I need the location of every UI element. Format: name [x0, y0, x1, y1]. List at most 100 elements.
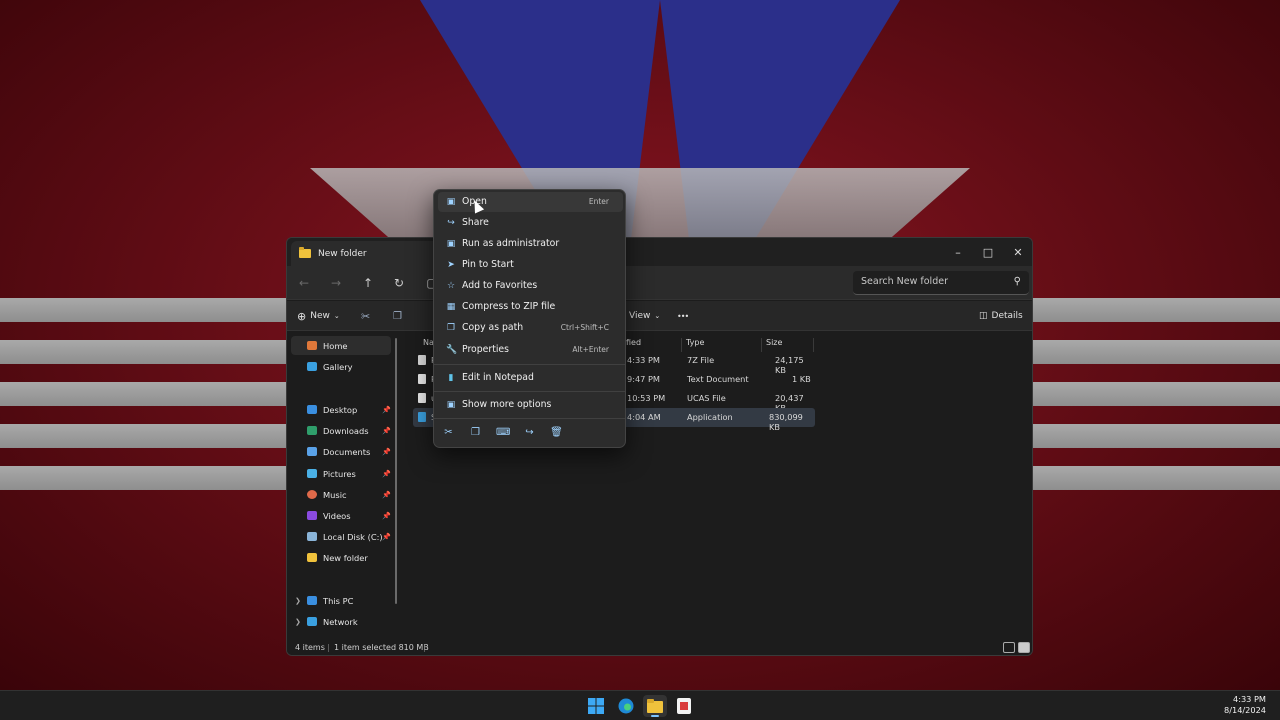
- close-button[interactable]: ✕: [1003, 238, 1032, 266]
- details-view-icon[interactable]: [1003, 642, 1015, 653]
- cut-icon[interactable]: ✂: [442, 426, 455, 439]
- more-label: •••: [677, 311, 689, 321]
- pin-icon: 📌: [382, 447, 391, 456]
- menu-item-edit-in-notepad[interactable]: ▮ Edit in Notepad: [438, 368, 623, 388]
- pin-icon: 📌: [382, 511, 391, 520]
- chevron-right-icon[interactable]: ❯: [295, 618, 301, 626]
- new-button[interactable]: ⊕ New ⌄: [297, 308, 340, 324]
- navigation-pane: Home Gallery Desktop 📌 Downloads 📌 Docum…: [287, 332, 399, 638]
- file-modified: 10:53 PM: [627, 393, 666, 403]
- menu-item-share[interactable]: ↪ Share: [438, 213, 623, 233]
- text-file-icon: [418, 374, 426, 384]
- folder-icon: [299, 247, 311, 258]
- column-header-name[interactable]: Na: [419, 338, 434, 352]
- sidebar-item-desktop[interactable]: Desktop 📌: [291, 400, 391, 419]
- shield-icon: ▣: [446, 239, 456, 249]
- clock-date: 8/14/2024: [1224, 705, 1266, 715]
- sidebar-item-label: New folder: [323, 552, 368, 563]
- search-placeholder: Search New folder: [861, 276, 948, 287]
- copy-icon: ❐: [393, 310, 402, 322]
- view-button[interactable]: View ⌄: [629, 308, 660, 324]
- refresh-button[interactable]: ↻: [388, 273, 410, 293]
- column-header-size[interactable]: Size: [761, 338, 782, 352]
- details-label: Details: [991, 311, 1023, 321]
- sidebar-item-home[interactable]: Home: [291, 336, 391, 355]
- sidebar-item-network[interactable]: ❯ Network: [291, 612, 391, 631]
- menu-item-run-as-administrator[interactable]: ▣ Run as administrator: [438, 234, 623, 254]
- copy-icon[interactable]: ❐: [469, 426, 482, 439]
- details-button[interactable]: ◫ Details: [979, 308, 1023, 324]
- taskbar-file-explorer[interactable]: [643, 695, 667, 717]
- file-modified: 4:33 PM: [627, 355, 660, 365]
- new-label: New: [310, 311, 330, 321]
- taskbar-edge[interactable]: [614, 695, 638, 717]
- sidebar-item-label: Network: [323, 616, 358, 627]
- edge-browser-icon: [618, 698, 634, 714]
- menu-item-compress-zip[interactable]: ▦ Compress to ZIP file: [438, 297, 623, 317]
- start-button[interactable]: [584, 695, 608, 717]
- column-divider: [813, 338, 818, 352]
- status-item-count: 4 items: [295, 643, 325, 652]
- sidebar-item-music[interactable]: Music 📌: [291, 485, 391, 504]
- application-icon: [418, 412, 426, 422]
- videos-icon: [307, 511, 317, 520]
- star-icon: ☆: [446, 281, 456, 291]
- tiles-view-icon[interactable]: [1018, 642, 1030, 653]
- file-size: 1 KB: [792, 374, 811, 384]
- download-icon: [307, 426, 317, 435]
- sidebar-item-pictures[interactable]: Pictures 📌: [291, 464, 391, 483]
- documents-icon: [307, 447, 317, 456]
- pin-icon: 📌: [382, 405, 391, 414]
- desktop-icon: [307, 405, 317, 414]
- back-button[interactable]: ←: [293, 273, 315, 293]
- more-options-button[interactable]: •••: [677, 308, 689, 324]
- sidebar-item-this-pc[interactable]: ❯ This PC: [291, 591, 391, 610]
- copy-path-icon: ❐: [446, 323, 456, 333]
- window-tab[interactable]: New folder: [291, 241, 441, 266]
- sidebar-item-videos[interactable]: Videos 📌: [291, 506, 391, 525]
- maximize-button[interactable]: □: [973, 238, 1003, 266]
- sidebar-item-documents[interactable]: Documents 📌: [291, 442, 391, 461]
- sidebar-item-label: Pictures: [323, 468, 356, 479]
- pin-icon: ➤: [447, 260, 455, 270]
- chevron-down-icon: ⌄: [333, 312, 340, 320]
- app-icon: [677, 698, 691, 714]
- sidebar-item-local-disk[interactable]: Local Disk (C:) 📌: [291, 527, 391, 546]
- sidebar-scrollbar[interactable]: [395, 338, 397, 604]
- disk-icon: [307, 532, 317, 541]
- file-type: Application: [687, 412, 733, 422]
- wallpaper-emblem-bar: [310, 168, 970, 238]
- taskbar-app[interactable]: [672, 695, 696, 717]
- sidebar-item-downloads[interactable]: Downloads 📌: [291, 421, 391, 440]
- copy-button[interactable]: ❐: [393, 308, 402, 324]
- menu-separator: [434, 418, 625, 419]
- pin-icon: 📌: [382, 490, 391, 499]
- minimize-button[interactable]: –: [943, 238, 973, 266]
- system-clock[interactable]: 4:33 PM 8/14/2024: [1224, 694, 1266, 716]
- sidebar-item-new-folder[interactable]: New folder: [291, 548, 391, 567]
- music-icon: [307, 490, 317, 499]
- sidebar-item-gallery[interactable]: Gallery: [291, 357, 391, 376]
- up-button[interactable]: ↑: [357, 273, 379, 293]
- chevron-right-icon[interactable]: ❯: [295, 597, 301, 605]
- cut-button[interactable]: ✂: [361, 308, 370, 324]
- windows-logo-icon: [588, 698, 604, 714]
- rename-icon[interactable]: ⌨: [496, 426, 510, 439]
- menu-item-properties[interactable]: 🔧 Properties Alt+Enter: [438, 340, 623, 360]
- menu-item-pin-to-start[interactable]: ➤ Pin to Start: [438, 255, 623, 275]
- share-icon[interactable]: ↪: [523, 426, 536, 439]
- menu-item-copy-as-path[interactable]: ❐ Copy as path Ctrl+Shift+C: [438, 318, 623, 338]
- search-input[interactable]: Search New folder ⚲: [853, 271, 1029, 295]
- menu-separator: [434, 391, 625, 392]
- taskbar: 4:33 PM 8/14/2024: [0, 690, 1280, 720]
- forward-button[interactable]: →: [325, 273, 347, 293]
- delete-icon[interactable]: 🗑: [550, 426, 563, 439]
- menu-item-open[interactable]: ▣ Open Enter: [438, 192, 623, 212]
- menu-item-show-more-options[interactable]: ▣ Show more options: [438, 395, 623, 415]
- pictures-icon: [307, 469, 317, 478]
- context-quick-actions: ✂ ❐ ⌨ ↪ 🗑: [442, 426, 563, 440]
- sidebar-item-label: Music: [323, 489, 347, 500]
- column-header-type[interactable]: Type: [681, 338, 704, 352]
- menu-item-add-to-favorites[interactable]: ☆ Add to Favorites: [438, 276, 623, 296]
- file-icon: [418, 393, 426, 403]
